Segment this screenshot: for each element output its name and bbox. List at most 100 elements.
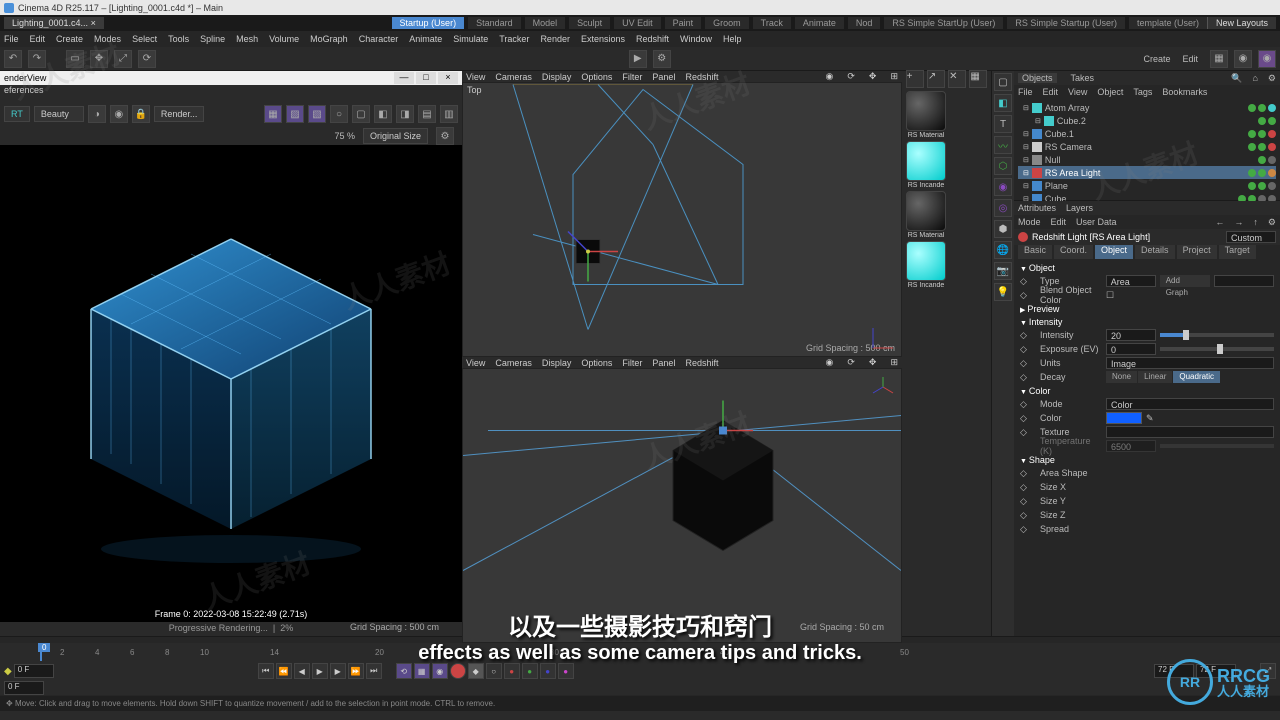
- menu-select[interactable]: Select: [132, 34, 157, 44]
- units-dropdown[interactable]: Image: [1106, 357, 1274, 369]
- takes-tab[interactable]: Takes: [1067, 73, 1099, 83]
- start-frame-field[interactable]: 0 F: [14, 664, 54, 678]
- viewport-nav-icon[interactable]: ✥: [869, 357, 877, 368]
- layout-tab[interactable]: template (User): [1129, 17, 1207, 29]
- geo-icon[interactable]: ⬢: [994, 220, 1012, 238]
- menu-mograph[interactable]: MoGraph: [310, 34, 348, 44]
- viewport-menu-display[interactable]: Display: [542, 72, 572, 82]
- graph-dropdown[interactable]: [1214, 275, 1274, 287]
- layout-tab[interactable]: UV Edit: [614, 17, 661, 29]
- viewport-nav-icon[interactable]: ◉: [826, 357, 834, 368]
- menu-window[interactable]: Window: [680, 34, 712, 44]
- globe-icon[interactable]: 🌐: [994, 241, 1012, 259]
- menu-redshift[interactable]: Redshift: [636, 34, 669, 44]
- intensity-field[interactable]: 20: [1106, 329, 1156, 341]
- next-key-icon[interactable]: ⏩: [348, 663, 364, 679]
- material-slot[interactable]: RS Material: [906, 91, 946, 139]
- tool-icon[interactable]: ◧: [374, 105, 392, 123]
- viewport-top[interactable]: Top Grid Spacing : 500 cm: [462, 82, 902, 357]
- prev-frame-icon[interactable]: ◀: [294, 663, 310, 679]
- viewport-nav-icon[interactable]: ✥: [869, 71, 877, 82]
- object-status-dots[interactable]: [1248, 143, 1276, 151]
- menu-render[interactable]: Render: [540, 34, 570, 44]
- material-slot[interactable]: RS Material: [906, 191, 946, 239]
- axis-gizmo[interactable]: [871, 375, 895, 399]
- object-status-dots[interactable]: [1258, 117, 1276, 125]
- viewport-menu-cameras[interactable]: Cameras: [495, 72, 532, 82]
- current-frame-field[interactable]: 0 F: [4, 681, 44, 695]
- viewport-menu-filter[interactable]: Filter: [622, 358, 642, 368]
- menu-file[interactable]: File: [4, 34, 19, 44]
- expand-icon[interactable]: ⊟: [1023, 104, 1029, 112]
- objects-menu-tags[interactable]: Tags: [1133, 87, 1152, 97]
- menu-simulate[interactable]: Simulate: [453, 34, 488, 44]
- preset-dropdown[interactable]: Custom: [1226, 231, 1276, 243]
- decay-none-button[interactable]: None: [1106, 371, 1137, 383]
- camera-icon[interactable]: 📷: [994, 262, 1012, 280]
- go-start-icon[interactable]: ⏮: [258, 663, 274, 679]
- rotate-tool-icon[interactable]: ⟳: [138, 50, 156, 68]
- userdata-menu[interactable]: User Data: [1076, 217, 1117, 227]
- object-row[interactable]: ⊟Atom Array: [1018, 101, 1276, 114]
- edit-menu[interactable]: Edit: [1051, 217, 1067, 227]
- key-icon[interactable]: ◆: [468, 663, 484, 679]
- object-section[interactable]: Object: [1020, 261, 1274, 274]
- scale-tool-icon[interactable]: ⤢: [114, 50, 132, 68]
- grid-icon[interactable]: ▦: [969, 70, 987, 88]
- add-icon[interactable]: +: [906, 70, 924, 88]
- toolbar-icon[interactable]: ◉: [1234, 50, 1252, 68]
- objects-menu-file[interactable]: File: [1018, 87, 1033, 97]
- playhead[interactable]: [40, 643, 42, 661]
- exposure-field[interactable]: 0: [1106, 343, 1156, 355]
- attr-tab-object[interactable]: Object: [1095, 245, 1133, 259]
- up-icon[interactable]: ↑: [1253, 217, 1258, 227]
- spline-icon[interactable]: 〰: [994, 136, 1012, 154]
- menu-spline[interactable]: Spline: [200, 34, 225, 44]
- layout-tab[interactable]: Groom: [705, 17, 749, 29]
- layout-tab[interactable]: Paint: [665, 17, 702, 29]
- menu-extensions[interactable]: Extensions: [581, 34, 625, 44]
- close-icon[interactable]: ×: [438, 72, 458, 84]
- texture-field[interactable]: [1106, 426, 1274, 438]
- attr-tab-target[interactable]: Target: [1219, 245, 1256, 259]
- home-icon[interactable]: ⌂: [1252, 73, 1257, 83]
- object-tree[interactable]: ⊟Atom Array⊟Cube.2⊟Cube.1⊟RS Camera⊟Null…: [1014, 99, 1280, 207]
- mode-menu[interactable]: Mode: [1018, 217, 1041, 227]
- object-row[interactable]: ⊟Plane: [1018, 179, 1276, 192]
- square-icon[interactable]: ▢: [994, 73, 1012, 91]
- lock-icon[interactable]: 🔒: [132, 105, 150, 123]
- intensity-slider[interactable]: [1160, 333, 1274, 337]
- viewport-menu-options[interactable]: Options: [581, 72, 612, 82]
- expand-icon[interactable]: ⊟: [1023, 169, 1029, 177]
- render-settings-icon[interactable]: ⚙: [653, 50, 671, 68]
- gear-icon[interactable]: ⚙: [1268, 217, 1276, 228]
- loop-icon[interactable]: ⟲: [396, 663, 412, 679]
- color-swatch[interactable]: [1106, 412, 1142, 424]
- render-viewport[interactable]: Frame 0: 2022-03-08 15:22:49 (2.71s): [0, 145, 462, 622]
- object-row[interactable]: ⊟RS Area Light: [1018, 166, 1276, 179]
- layout-tab[interactable]: RS Simple StartUp (User): [884, 17, 1003, 29]
- menu-tools[interactable]: Tools: [168, 34, 189, 44]
- expand-icon[interactable]: ⊟: [1023, 156, 1029, 164]
- expand-icon[interactable]: ⊟: [1023, 182, 1029, 190]
- select-tool-icon[interactable]: ▭: [66, 50, 84, 68]
- mode-icon[interactable]: ▦: [264, 105, 282, 123]
- objects-menu-edit[interactable]: Edit: [1043, 87, 1059, 97]
- tool-icon[interactable]: ▥: [440, 105, 458, 123]
- arrow-icon[interactable]: ↗: [927, 70, 945, 88]
- menu-modes[interactable]: Modes: [94, 34, 121, 44]
- menu-create[interactable]: Create: [56, 34, 83, 44]
- menu-animate[interactable]: Animate: [409, 34, 442, 44]
- redo-icon[interactable]: ↷: [28, 50, 46, 68]
- object-row[interactable]: ⊟RS Camera: [1018, 140, 1276, 153]
- deformer-icon[interactable]: ◉: [994, 178, 1012, 196]
- axis-gizmo[interactable]: [871, 326, 895, 350]
- autokey-icon[interactable]: ◉: [432, 663, 448, 679]
- tool-icon[interactable]: ▤: [418, 105, 436, 123]
- object-row[interactable]: ⊟Null: [1018, 153, 1276, 166]
- viewport-menu-redshift[interactable]: Redshift: [685, 72, 718, 82]
- new-layouts-button[interactable]: New Layouts: [1207, 17, 1276, 29]
- render-dropdown[interactable]: Render...: [154, 106, 205, 122]
- material-slot[interactable]: RS Incande: [906, 141, 946, 189]
- object-status-dots[interactable]: [1248, 169, 1276, 177]
